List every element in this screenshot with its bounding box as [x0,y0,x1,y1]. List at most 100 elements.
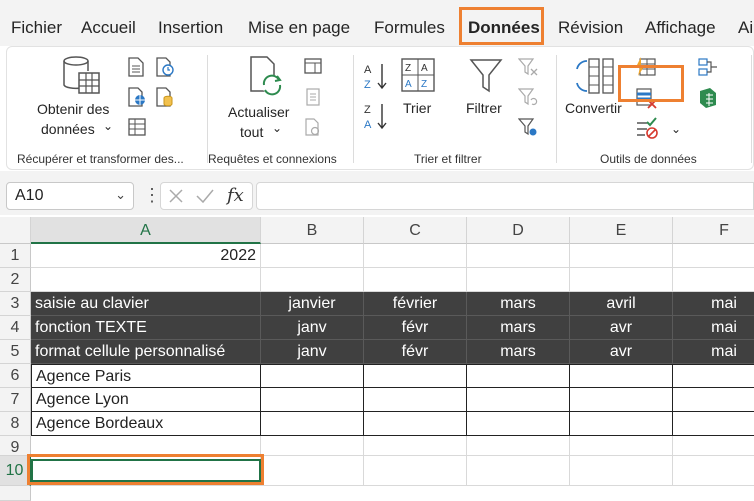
formula-input[interactable] [256,182,754,210]
sort-az-icon[interactable]: AZ [363,61,389,91]
cell-f6[interactable] [672,364,754,388]
cell-a6[interactable]: Agence Paris [31,364,261,388]
cell-f9[interactable] [673,436,754,456]
from-table-icon[interactable] [127,117,147,137]
cell-e9[interactable] [570,436,673,456]
sort-dialog-icon[interactable]: ZAAZ [400,57,436,93]
enter-check-icon[interactable] [195,187,215,205]
cell-a1[interactable]: 2022 [31,244,261,268]
recent-sources-icon[interactable] [155,57,175,77]
column-header-c[interactable]: C [364,217,467,244]
cell-c4[interactable]: févr [364,316,467,340]
cell-c8[interactable] [363,411,467,436]
cell-d8[interactable] [466,411,570,436]
cell-a9[interactable] [31,436,261,456]
text-to-columns-icon[interactable] [573,57,617,97]
cell-b6[interactable] [260,364,364,388]
cell-b7[interactable] [260,387,364,412]
cell-a2[interactable] [31,268,261,292]
cell-e5[interactable]: avr [570,340,673,364]
database-table-icon[interactable] [61,55,103,97]
column-header-a[interactable]: A [31,217,261,244]
tab-insertion[interactable]: Insertion [158,18,223,38]
cell-b5[interactable]: janv [261,340,364,364]
get-data-label-2[interactable]: données [41,121,95,138]
cell-a3[interactable]: saisie au clavier [31,292,261,316]
get-data-label[interactable]: Obtenir des [37,101,109,118]
cell-b4[interactable]: janv [261,316,364,340]
column-header-f[interactable]: F [673,217,754,244]
refresh-all-label-2[interactable]: tout [240,124,263,141]
text-file-icon[interactable] [127,57,145,77]
cell-a5[interactable]: format cellule personnalisé [31,340,261,364]
cell-c1[interactable] [364,244,467,268]
tab-formules[interactable]: Formules [374,18,445,38]
cell-c10[interactable] [364,456,467,486]
sort-label[interactable]: Trier [403,100,431,117]
cell-b1[interactable] [261,244,364,268]
more-options-icon[interactable]: ⋮ [143,185,161,205]
row-header[interactable]: 5 [0,340,31,364]
cancel-icon[interactable] [167,187,185,205]
filter-icon[interactable] [469,57,503,95]
cell-e1[interactable] [570,244,673,268]
filter-label[interactable]: Filtrer [466,100,502,117]
cell-b8[interactable] [260,411,364,436]
insert-function-icon[interactable]: fx [227,185,244,206]
cell-d3[interactable]: mars [467,292,570,316]
cell-c9[interactable] [364,436,467,456]
cell-c7[interactable] [363,387,467,412]
tab-fichier[interactable]: Fichier [11,18,62,38]
column-header-d[interactable]: D [467,217,570,244]
cell-d1[interactable] [467,244,570,268]
row-header[interactable]: 1 [0,244,31,268]
row-header[interactable]: 9 [0,436,31,456]
row-header[interactable]: 4 [0,316,31,340]
cell-f7[interactable] [672,387,754,412]
cell-d2[interactable] [467,268,570,292]
row-header[interactable]: 7 [0,388,31,412]
chevron-down-icon[interactable]: ⌄ [115,187,126,203]
chevron-down-icon[interactable]: ⌄ [103,118,113,135]
cell-d6[interactable] [466,364,570,388]
cell-e8[interactable] [569,411,673,436]
cell-e4[interactable]: avr [570,316,673,340]
cell-e6[interactable] [569,364,673,388]
refresh-all-icon[interactable] [247,55,289,99]
row-header[interactable]: 2 [0,268,31,292]
cell-c3[interactable]: février [364,292,467,316]
tab-affichage[interactable]: Affichage [645,18,716,38]
cell-a4[interactable]: fonction TEXTE [31,316,261,340]
convert-label[interactable]: Convertir [565,100,622,117]
column-header-b[interactable]: B [261,217,364,244]
cell-c2[interactable] [364,268,467,292]
chevron-down-icon[interactable]: ⌄ [671,121,681,138]
chevron-down-icon[interactable]: ⌄ [272,120,282,137]
cell-d9[interactable] [467,436,570,456]
row-header[interactable]: 8 [0,412,31,436]
row-header[interactable] [0,486,31,501]
cell-e2[interactable] [570,268,673,292]
name-box[interactable]: A10 ⌄ [6,182,134,210]
cell-f2[interactable] [673,268,754,292]
cell-d7[interactable] [466,387,570,412]
cell-f5[interactable]: mai [673,340,754,364]
row-header[interactable]: 3 [0,292,31,316]
row-header[interactable]: 6 [0,364,31,388]
cell-b3[interactable]: janvier [261,292,364,316]
web-source-icon[interactable] [127,87,147,107]
existing-connections-icon[interactable] [155,87,175,107]
cell-f3[interactable]: mai [673,292,754,316]
cell-f1[interactable] [673,244,754,268]
refresh-all-label[interactable]: Actualiser [228,104,289,121]
cell-e7[interactable] [569,387,673,412]
cell-f10[interactable] [673,456,754,486]
cell-c6[interactable] [363,364,467,388]
consolidate-icon[interactable] [697,57,719,77]
select-all-corner[interactable] [0,217,31,244]
cell-f4[interactable]: mai [673,316,754,340]
tab-ai[interactable]: Ai [738,18,753,38]
cell-c5[interactable]: févr [364,340,467,364]
cell-e10[interactable] [570,456,673,486]
cell-d5[interactable]: mars [467,340,570,364]
